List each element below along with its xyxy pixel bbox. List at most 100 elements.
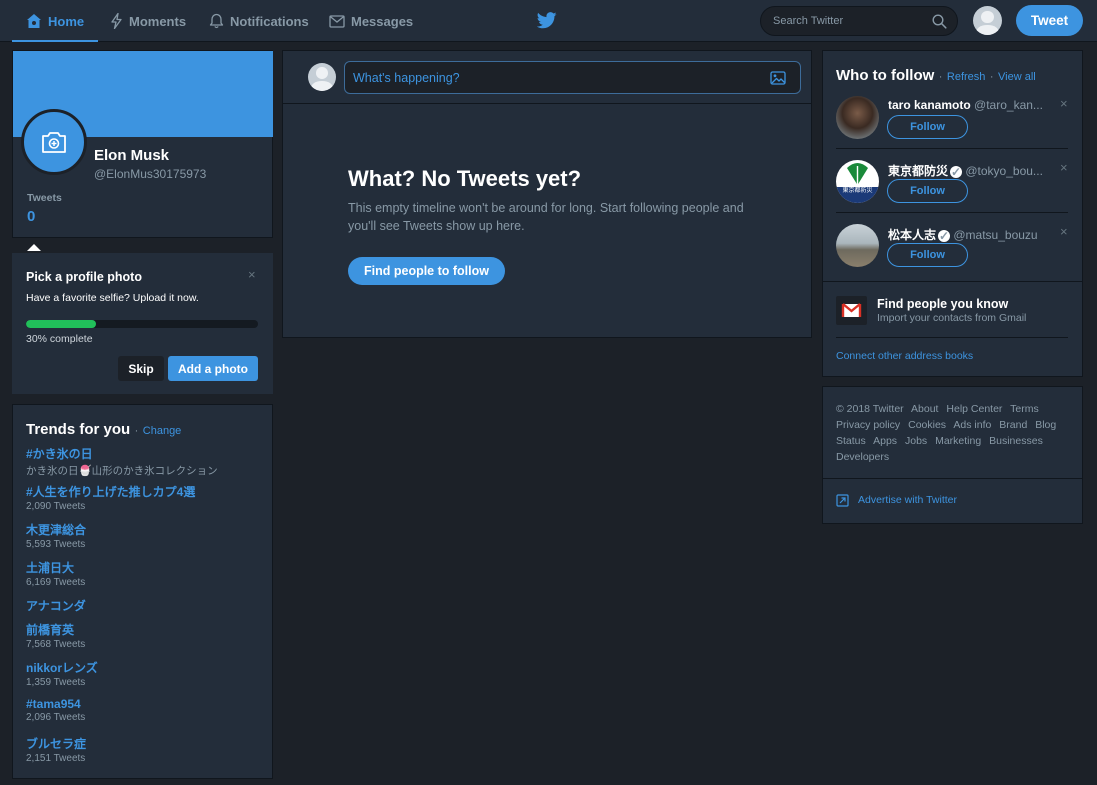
profile-name[interactable]: Elon Musk: [94, 147, 169, 164]
wtf-title: Who to follow: [836, 67, 935, 84]
external-link-icon: [836, 494, 849, 507]
nav-messages[interactable]: Messages: [329, 0, 413, 42]
nav-moments[interactable]: Moments: [110, 0, 186, 42]
footer-link[interactable]: Cookies: [908, 419, 946, 431]
account-avatar[interactable]: [973, 6, 1002, 35]
account-handle: @matsu_bouzu: [953, 228, 1038, 242]
trend-name[interactable]: 土浦日大: [26, 559, 85, 576]
follow-button[interactable]: Follow: [887, 179, 968, 203]
footer-link[interactable]: Brand: [999, 419, 1027, 431]
trend-tweet-count: 2,151 Tweets: [26, 753, 86, 764]
profile-avatar-upload[interactable]: [21, 109, 87, 175]
find-people-button[interactable]: Find people to follow: [348, 257, 505, 285]
divider: [836, 337, 1068, 338]
trends-header: Trends for you · Change: [26, 421, 181, 439]
follow-button[interactable]: Follow: [887, 243, 968, 267]
footer-link[interactable]: Terms: [1010, 403, 1039, 415]
footer-link[interactable]: Blog: [1035, 419, 1056, 431]
tweets-count-value[interactable]: 0: [27, 208, 35, 225]
gmail-icon: [836, 296, 867, 325]
prompt-close-icon[interactable]: ×: [248, 267, 256, 282]
add-photo-button[interactable]: Add a photo: [168, 356, 258, 381]
trend-item[interactable]: nikkorレンズ 1,359 Tweets: [26, 659, 98, 688]
trends-change-link[interactable]: Change: [143, 425, 182, 437]
trend-tweet-count: 1,359 Tweets: [26, 677, 86, 688]
image-upload-icon[interactable]: [770, 71, 786, 85]
footer-link[interactable]: Marketing: [935, 435, 981, 447]
empty-timeline: What? No Tweets yet? This empty timeline…: [282, 104, 812, 338]
trend-name[interactable]: #人生を作り上げた推しカプ4選: [26, 483, 195, 500]
trend-item[interactable]: 前橋育英 7,568 Tweets: [26, 621, 85, 650]
find-people-title[interactable]: Find people you know: [877, 297, 1008, 311]
search-box: [760, 6, 958, 36]
trend-item[interactable]: 土浦日大 6,169 Tweets: [26, 559, 85, 588]
trend-name[interactable]: ブルセラ症: [26, 735, 86, 752]
composer-placeholder: What's happening?: [353, 71, 460, 85]
prompt-subtitle: Have a favorite selfie? Upload it now.: [26, 292, 199, 304]
home-icon: [27, 14, 41, 28]
trend-context: かき氷の日🍧山形のかき氷コレクション: [26, 465, 218, 477]
skip-button[interactable]: Skip: [118, 356, 164, 381]
trend-item[interactable]: #かき氷の日かき氷の日🍧山形のかき氷コレクション: [26, 445, 218, 478]
trend-item[interactable]: 木更津総合 5,593 Tweets: [26, 521, 86, 550]
composer-input[interactable]: What's happening?: [344, 61, 801, 94]
wtf-refresh-link[interactable]: Refresh: [947, 71, 986, 83]
composer-avatar: [308, 63, 336, 91]
footer-link[interactable]: Apps: [873, 435, 897, 447]
wtf-separator: ·: [989, 71, 994, 83]
tweet-composer: What's happening?: [282, 50, 812, 104]
search-input[interactable]: [773, 15, 932, 27]
dismiss-close-icon[interactable]: ×: [1060, 160, 1068, 175]
footer-link[interactable]: Privacy policy: [836, 419, 900, 431]
nav-home[interactable]: Home: [12, 0, 99, 42]
dismiss-close-icon[interactable]: ×: [1060, 96, 1068, 111]
trend-item[interactable]: #tama954 2,096 Tweets: [26, 697, 85, 723]
footer-link[interactable]: Jobs: [905, 435, 927, 447]
nav-moments-label: Moments: [129, 13, 187, 29]
verified-badge-icon: ✓: [950, 165, 963, 179]
twitter-bird-logo-icon[interactable]: [537, 12, 557, 29]
account-name-line[interactable]: 東京都防災 ✓ @tokyo_bou...: [888, 162, 1058, 179]
trend-name[interactable]: アナコンダ: [26, 597, 86, 614]
connect-address-books-link[interactable]: Connect other address books: [836, 350, 973, 362]
account-name[interactable]: taro kanamoto: [888, 98, 971, 112]
advertise-link[interactable]: Advertise with Twitter: [858, 494, 957, 506]
account-avatar-photo[interactable]: [836, 96, 879, 139]
tweet-button[interactable]: Tweet: [1016, 5, 1083, 36]
footer-link[interactable]: About: [911, 403, 938, 415]
account-name-line[interactable]: taro kanamoto @taro_kan...: [888, 98, 1058, 112]
footer-link[interactable]: Ads info: [953, 419, 991, 431]
trend-item[interactable]: アナコンダ: [26, 597, 86, 614]
footer-link[interactable]: Help Center: [946, 403, 1002, 415]
footer-link: © 2018 Twitter: [836, 403, 904, 415]
profile-photo-prompt: Pick a profile photo × Have a favorite s…: [12, 253, 273, 394]
follow-button[interactable]: Follow: [887, 115, 968, 139]
account-name[interactable]: 東京都防災: [888, 164, 948, 178]
trend-name[interactable]: 木更津総合: [26, 521, 86, 538]
trend-name[interactable]: #tama954: [26, 697, 85, 711]
search-icon[interactable]: [932, 13, 947, 29]
footer-link[interactable]: Developers: [836, 451, 889, 463]
trend-name[interactable]: #かき氷の日: [26, 445, 218, 462]
account-name-line[interactable]: 松本人志 ✓ @matsu_bouzu: [888, 226, 1058, 243]
wtf-view-all-link[interactable]: View all: [998, 71, 1036, 83]
profile-handle[interactable]: @ElonMus30175973: [94, 167, 206, 181]
top-nav-bar: Home Moments Notifications Messages Twee…: [0, 0, 1097, 42]
wtf-account-row: 松本人志 ✓ @matsu_bouzu × Follow: [823, 224, 1081, 288]
divider: [836, 212, 1068, 213]
nav-notifications-label: Notifications: [230, 13, 309, 29]
account-name[interactable]: 松本人志: [888, 228, 936, 242]
profile-card: Elon Musk @ElonMus30175973 Tweets 0: [12, 50, 273, 238]
trend-name[interactable]: nikkorレンズ: [26, 659, 98, 676]
trend-item[interactable]: ブルセラ症 2,151 Tweets: [26, 735, 86, 764]
dismiss-close-icon[interactable]: ×: [1060, 224, 1068, 239]
nav-notifications[interactable]: Notifications: [209, 0, 309, 42]
account-avatar-photo[interactable]: [836, 224, 879, 267]
trend-tweet-count: 6,169 Tweets: [26, 577, 86, 588]
trend-name[interactable]: 前橋育英: [26, 621, 85, 638]
tokyo-bousai-logo-avatar[interactable]: 東京都防災: [836, 160, 879, 203]
footer-link[interactable]: Status: [836, 435, 866, 447]
trend-tweet-count: 2,090 Tweets: [26, 501, 86, 512]
footer-link[interactable]: Businesses: [989, 435, 1043, 447]
trend-item[interactable]: #人生を作り上げた推しカプ4選 2,090 Tweets: [26, 483, 195, 512]
